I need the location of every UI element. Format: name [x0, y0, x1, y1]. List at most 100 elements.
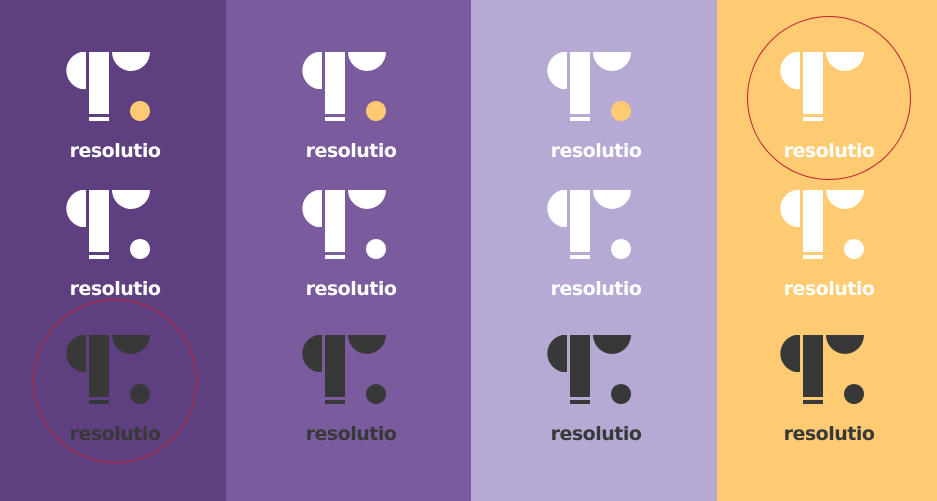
- mark-dot: [611, 101, 631, 121]
- wordmark-text: resolutio: [550, 140, 642, 162]
- logo-variant-white: resolutio: [774, 188, 884, 300]
- logo-variant-accent-dot: resolutio: [774, 50, 884, 162]
- mark-half-disc: [826, 190, 864, 209]
- mark-base-bar: [570, 117, 590, 121]
- mark-stem: [803, 190, 823, 252]
- resolutio-mark-icon: [547, 190, 631, 259]
- logo-variant-dark: resolutio: [60, 333, 170, 445]
- mark-stem: [89, 335, 109, 397]
- logo-variant-accent-dot: resolutio: [296, 50, 406, 162]
- resolutio-mark-icon: [780, 52, 864, 121]
- wordmark-text: resolutio: [69, 140, 161, 162]
- mark-dot: [844, 101, 864, 121]
- logo-variant-white: resolutio: [296, 188, 406, 300]
- mark-base-bar: [570, 255, 590, 259]
- mark-half-disc: [348, 190, 386, 209]
- logo-variant-dark: resolutio: [541, 333, 651, 445]
- mark-dot: [844, 239, 864, 259]
- mark-bowl: [547, 335, 567, 372]
- mark-stem: [89, 190, 109, 252]
- mark-dot: [130, 101, 150, 121]
- resolutio-mark-icon: [66, 190, 150, 259]
- wordmark-text: resolutio: [550, 423, 642, 445]
- resolutio-mark-icon: [780, 190, 864, 259]
- mark-dot: [611, 239, 631, 259]
- mark-bowl: [66, 52, 86, 89]
- logo-variant-dark: resolutio: [774, 333, 884, 445]
- mark-base-bar: [325, 255, 345, 259]
- mark-stem: [570, 190, 590, 252]
- mark-base-bar: [325, 400, 345, 404]
- mark-base-bar: [89, 400, 109, 404]
- mark-stem: [803, 335, 823, 397]
- resolutio-mark-icon: [547, 52, 631, 121]
- resolutio-mark-icon: [66, 335, 150, 404]
- background-column-deep-purple: resolutio resolutio resolutio: [0, 0, 226, 501]
- mark-bowl: [302, 52, 322, 89]
- resolutio-mark-icon: [302, 52, 386, 121]
- mark-base-bar: [89, 255, 109, 259]
- resolutio-mark-icon: [302, 335, 386, 404]
- mark-dot: [130, 239, 150, 259]
- mark-bowl: [780, 190, 800, 227]
- wordmark-text: resolutio: [305, 140, 397, 162]
- mark-dot: [366, 101, 386, 121]
- mark-half-disc: [348, 335, 386, 354]
- mark-half-disc: [112, 52, 150, 71]
- wordmark-text: resolutio: [783, 423, 875, 445]
- mark-stem: [89, 52, 109, 114]
- mark-stem: [325, 335, 345, 397]
- mark-half-disc: [593, 335, 631, 354]
- mark-half-disc: [112, 190, 150, 209]
- background-column-mid-purple: resolutio resolutio resolutio: [226, 0, 471, 501]
- mark-base-bar: [325, 117, 345, 121]
- wordmark-text: resolutio: [783, 278, 875, 300]
- logo-variant-white: resolutio: [60, 188, 170, 300]
- mark-dot: [366, 239, 386, 259]
- mark-stem: [325, 190, 345, 252]
- mark-bowl: [547, 190, 567, 227]
- mark-bowl: [547, 52, 567, 89]
- resolutio-mark-icon: [66, 52, 150, 121]
- mark-stem: [325, 52, 345, 114]
- mark-half-disc: [826, 52, 864, 71]
- mark-base-bar: [803, 117, 823, 121]
- background-column-lavender: resolutio resolutio resolutio: [471, 0, 717, 501]
- mark-bowl: [66, 335, 86, 372]
- resolutio-mark-icon: [302, 190, 386, 259]
- wordmark-text: resolutio: [550, 278, 642, 300]
- mark-bowl: [302, 335, 322, 372]
- mark-dot: [844, 384, 864, 404]
- mark-dot: [611, 384, 631, 404]
- mark-base-bar: [89, 117, 109, 121]
- mark-stem: [570, 335, 590, 397]
- wordmark-text: resolutio: [69, 423, 161, 445]
- mark-base-bar: [803, 255, 823, 259]
- wordmark-text: resolutio: [69, 278, 161, 300]
- mark-bowl: [302, 190, 322, 227]
- mark-half-disc: [112, 335, 150, 354]
- logo-variant-accent-dot: resolutio: [60, 50, 170, 162]
- mark-half-disc: [593, 52, 631, 71]
- logo-variant-accent-dot: resolutio: [541, 50, 651, 162]
- resolutio-mark-icon: [780, 335, 864, 404]
- mark-bowl: [780, 335, 800, 372]
- background-column-amber: resolutio resolutio resolutio: [717, 0, 937, 501]
- logo-variant-white: resolutio: [541, 188, 651, 300]
- logo-variant-dark: resolutio: [296, 333, 406, 445]
- mark-dot: [130, 384, 150, 404]
- mark-bowl: [780, 52, 800, 89]
- wordmark-text: resolutio: [783, 140, 875, 162]
- mark-stem: [570, 52, 590, 114]
- resolutio-mark-icon: [547, 335, 631, 404]
- logo-color-variant-sheet: resolutio resolutio resolutio resolutio res…: [0, 0, 937, 501]
- mark-stem: [803, 52, 823, 114]
- wordmark-text: resolutio: [305, 423, 397, 445]
- mark-bowl: [66, 190, 86, 227]
- mark-half-disc: [826, 335, 864, 354]
- mark-half-disc: [348, 52, 386, 71]
- mark-half-disc: [593, 190, 631, 209]
- wordmark-text: resolutio: [305, 278, 397, 300]
- mark-base-bar: [803, 400, 823, 404]
- mark-dot: [366, 384, 386, 404]
